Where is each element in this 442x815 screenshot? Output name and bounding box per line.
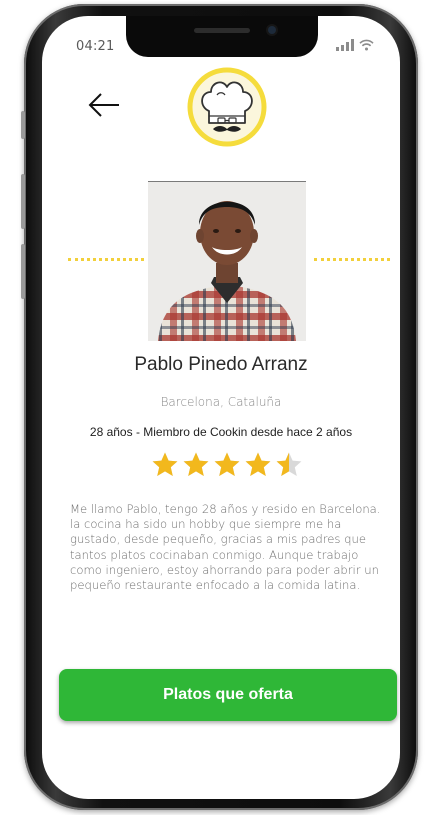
decorative-dots-right bbox=[314, 258, 390, 261]
offered-dishes-button[interactable]: Platos que oferta bbox=[59, 669, 397, 721]
profile-photo bbox=[148, 181, 306, 341]
star-full-icon bbox=[214, 452, 240, 476]
profile-name: Pablo Pinedo Arranz bbox=[134, 354, 308, 375]
back-button[interactable] bbox=[86, 90, 122, 120]
mute-switch bbox=[21, 111, 25, 139]
volume-down-button bbox=[21, 244, 25, 299]
profile-membership: 28 años - Miembro de Cookin desde hace 2… bbox=[89, 425, 353, 439]
wifi-icon bbox=[359, 39, 374, 51]
front-camera bbox=[268, 26, 276, 34]
profile-location: Barcelona, Cataluña bbox=[160, 395, 282, 409]
notch bbox=[126, 16, 318, 57]
chef-hat-mustache-logo bbox=[187, 67, 267, 147]
decorative-dots-left bbox=[68, 258, 144, 261]
arrow-left-icon bbox=[88, 93, 119, 117]
star-rating bbox=[151, 451, 303, 478]
star-full-icon bbox=[245, 452, 271, 476]
status-icons bbox=[336, 39, 374, 51]
phone-screen: 04:21 Pablo Pinedo Arranz Barcelona, Cat… bbox=[42, 16, 400, 799]
star-half-icon bbox=[276, 452, 302, 476]
signal-icon bbox=[336, 39, 354, 51]
star-full-icon bbox=[152, 452, 178, 476]
speaker-grille bbox=[194, 28, 250, 33]
status-time: 04:21 bbox=[76, 39, 115, 54]
star-full-icon bbox=[183, 452, 209, 476]
profile-bio: Me llamo Pablo, tengo 28 años y resido e… bbox=[70, 502, 381, 593]
volume-up-button bbox=[21, 174, 25, 229]
